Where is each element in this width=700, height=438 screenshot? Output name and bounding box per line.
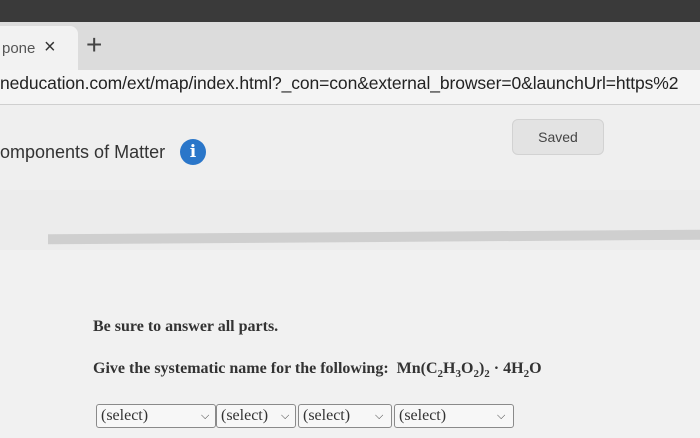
select-dropdown-4[interactable]: (select) ⌵ [394,404,514,428]
select-value: (select) [303,407,351,424]
chemical-formula: Mn(C2H3O2)2 · 4H2O [396,360,542,381]
url-text: neducation.com/ext/map/index.html?_con=c… [0,73,679,93]
window-bezel [0,0,700,22]
browser-tab[interactable]: pone × [0,26,78,70]
address-bar[interactable]: neducation.com/ext/map/index.html?_con=c… [0,70,700,105]
select-value: (select) [101,407,149,424]
select-dropdown-3[interactable]: (select) ⌵ [298,404,392,428]
chevron-down-icon: ⌵ [281,409,290,422]
select-dropdown-1[interactable]: (select) ⌵ [96,404,216,428]
close-icon[interactable]: × [44,36,56,59]
select-value: (select) [399,407,447,424]
saved-status-button[interactable]: Saved [512,119,604,155]
tab-title: pone [2,40,36,57]
page-header: omponents of Matter i Saved [0,105,700,190]
select-value: (select) [221,407,269,424]
page-title: omponents of Matter [0,142,166,162]
tab-strip: pone × + [0,22,700,70]
chevron-down-icon: ⌵ [201,409,210,422]
question-text: Give the systematic name for the followi… [93,360,542,380]
new-tab-button[interactable]: + [86,30,102,60]
instructions-text: Be sure to answer all parts. [93,318,279,335]
divider-band [48,229,700,245]
select-dropdown-2[interactable]: (select) ⌵ [216,404,296,428]
question-prompt: Give the systematic name for the followi… [93,360,389,377]
info-icon[interactable]: i [180,139,206,165]
question-panel: Be sure to answer all parts. Give the sy… [0,250,700,438]
chevron-down-icon: ⌵ [375,409,384,422]
chevron-down-icon: ⌵ [497,409,506,422]
